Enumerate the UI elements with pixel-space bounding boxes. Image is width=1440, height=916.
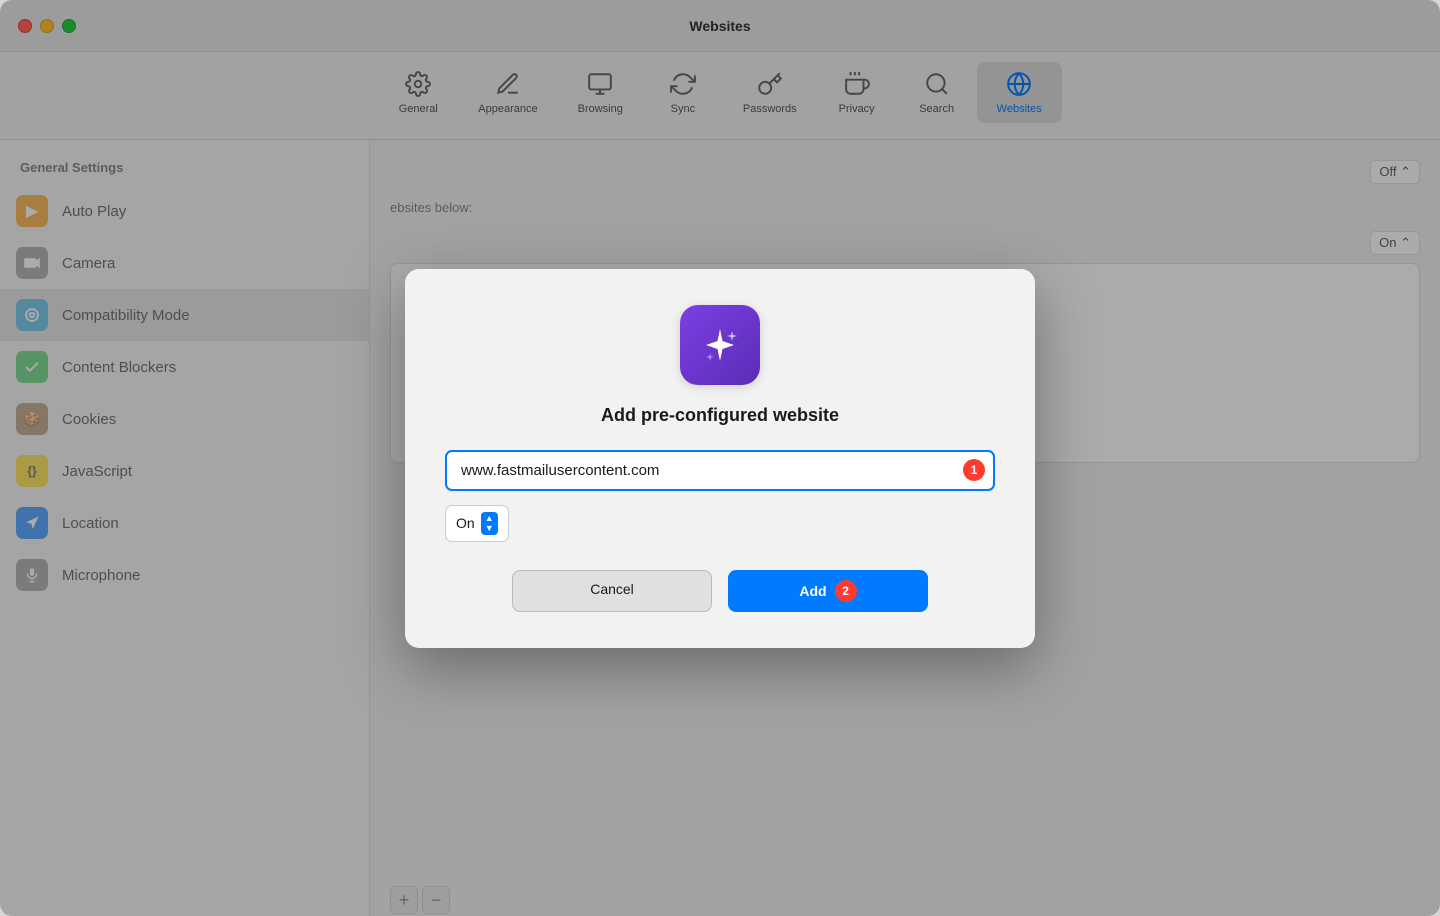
add-button[interactable]: Add 2 xyxy=(728,570,928,612)
input-badge: 1 xyxy=(963,459,985,481)
compatibility-mode-select[interactable]: On ▲ ▼ xyxy=(445,505,509,542)
modal-title: Add pre-configured website xyxy=(601,405,839,426)
website-url-input[interactable] xyxy=(445,450,995,491)
add-button-label: Add xyxy=(799,583,826,599)
add-website-modal: Add pre-configured website 1 On ▲ ▼ Canc… xyxy=(405,269,1035,648)
modal-input-row: 1 xyxy=(445,450,995,491)
select-value: On xyxy=(456,515,475,531)
modal-buttons: Cancel Add 2 xyxy=(445,570,995,612)
select-arrows-icon: ▲ ▼ xyxy=(481,512,498,535)
modal-app-icon xyxy=(680,305,760,385)
modal-select-row: On ▲ ▼ xyxy=(445,505,995,542)
modal-overlay: Add pre-configured website 1 On ▲ ▼ Canc… xyxy=(0,0,1440,916)
cancel-button[interactable]: Cancel xyxy=(512,570,712,612)
main-window: Websites General Appearance xyxy=(0,0,1440,916)
add-badge: 2 xyxy=(835,580,857,602)
